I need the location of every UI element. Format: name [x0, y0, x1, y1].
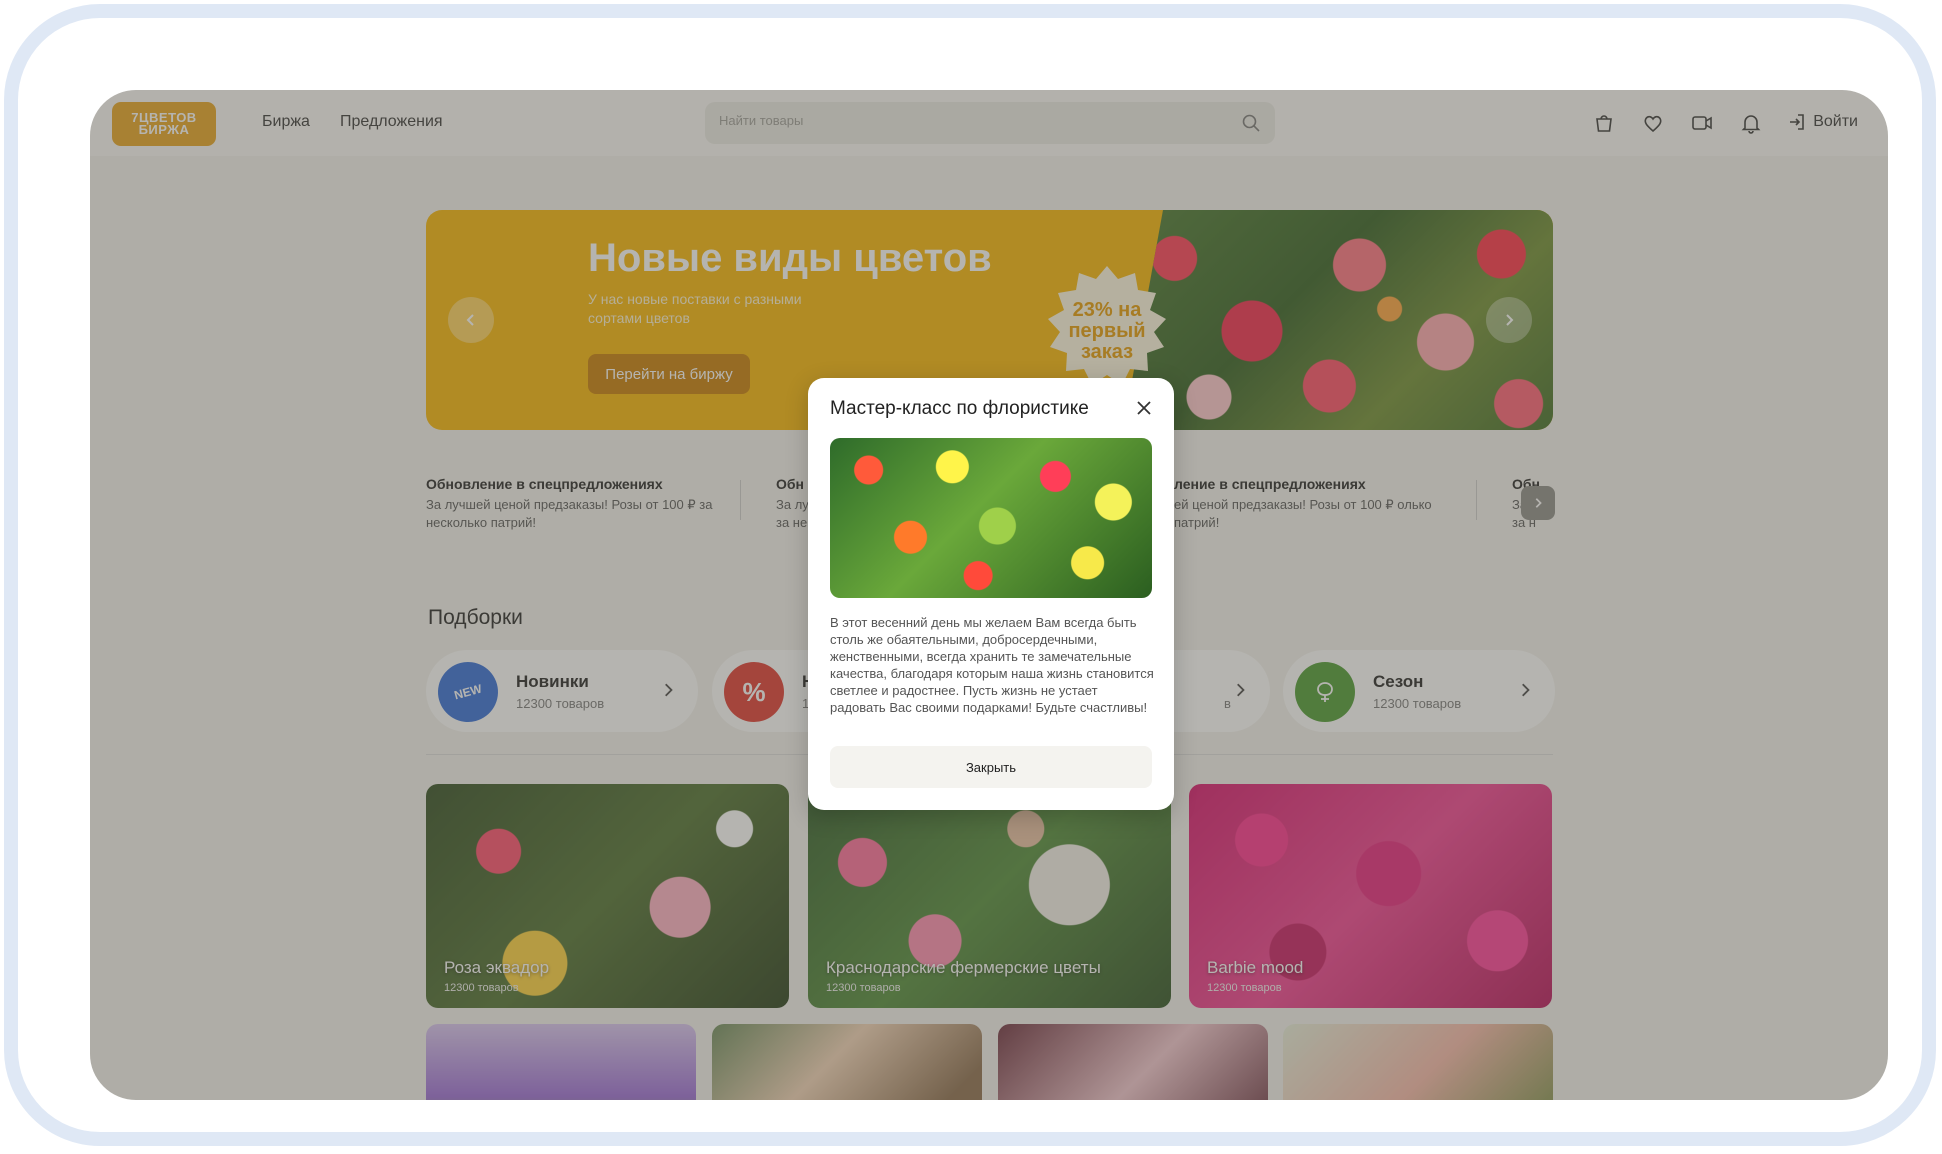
close-icon[interactable]	[1134, 398, 1154, 418]
modal-close-button[interactable]: Закрыть	[830, 746, 1152, 788]
modal-flowers-image	[830, 438, 1152, 598]
browser-viewport: 7ЦВЕТОВ БИРЖА Биржа Предложения Войти Но…	[90, 90, 1888, 1100]
modal-text: В этот весенний день мы желаем Вам всегд…	[830, 615, 1154, 715]
modal-title: Мастер-класс по флористике	[830, 398, 1089, 419]
masterclass-modal: Мастер-класс по флористике В этот весенн…	[808, 378, 1174, 810]
device-frame: 7ЦВЕТОВ БИРЖА Биржа Предложения Войти Но…	[4, 4, 1936, 1146]
